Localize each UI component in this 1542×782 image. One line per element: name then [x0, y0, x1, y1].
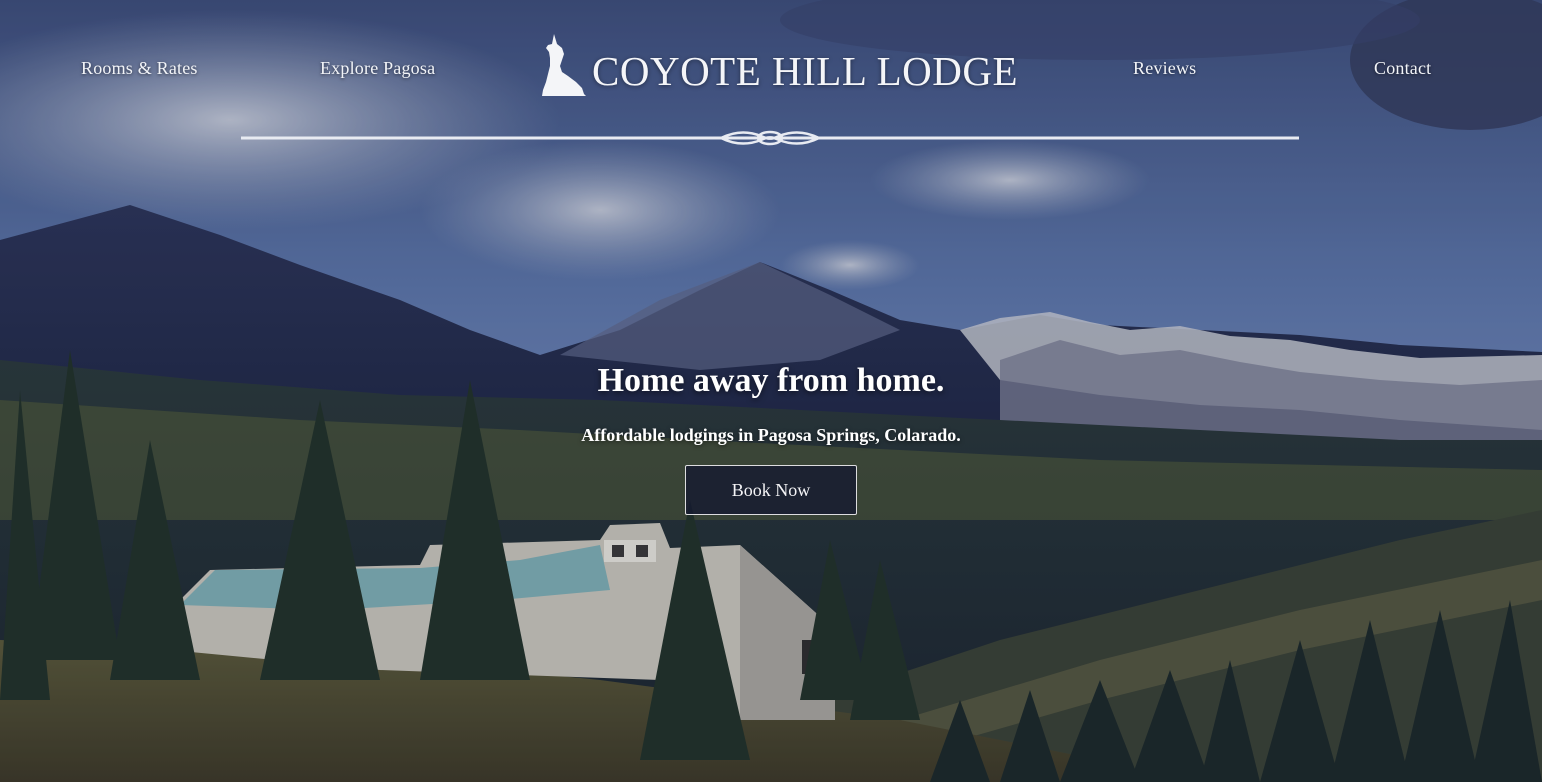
hero-section: Rooms & Rates Explore Pagosa COYOTE HILL…	[0, 0, 1542, 782]
ornamental-divider	[241, 130, 1299, 146]
nav-link-contact[interactable]: Contact	[1374, 58, 1431, 79]
nav-link-reviews[interactable]: Reviews	[1133, 58, 1196, 79]
hero-subheadline: Affordable lodgings in Pagosa Springs, C…	[581, 425, 961, 445]
hero-headline: Home away from home.	[597, 362, 945, 399]
nav-link-explore-pagosa[interactable]: Explore Pagosa	[320, 58, 435, 79]
site-logo[interactable]: COYOTE HILL LODGE	[540, 28, 1018, 98]
book-now-button[interactable]: Book Now	[685, 465, 857, 515]
howling-coyote-icon	[542, 34, 586, 96]
nav-link-rooms-rates[interactable]: Rooms & Rates	[81, 58, 198, 79]
logo-text: COYOTE HILL LODGE	[592, 48, 1019, 94]
